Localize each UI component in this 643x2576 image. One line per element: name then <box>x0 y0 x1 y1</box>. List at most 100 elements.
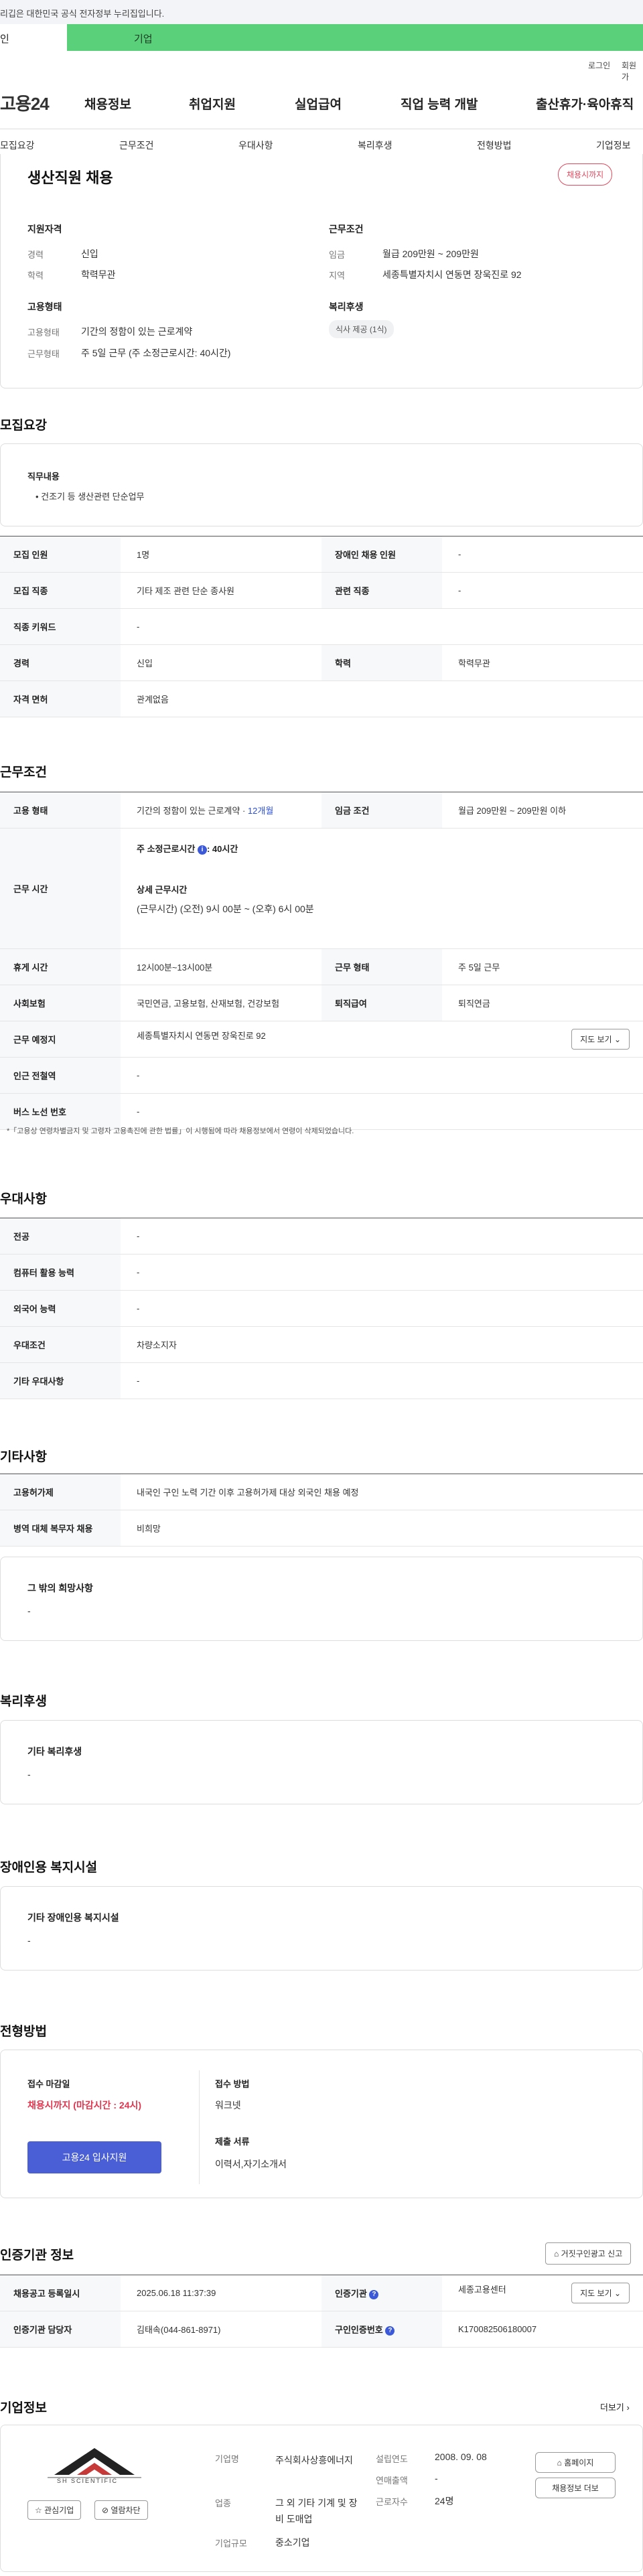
company-industry-label: 업종 <box>215 2498 231 2508</box>
gnb-jobs[interactable]: 채용정보 <box>84 94 131 113</box>
company-name-label: 기업명 <box>215 2454 239 2464</box>
cell-value: 퇴직연금 <box>442 985 643 1021</box>
company-size-value: 중소기업 <box>275 2537 310 2548</box>
other-wish-box: 그 밖의 희망사항 - <box>0 1557 643 1641</box>
emptype-value: 기간의 정함이 있는 근로계약 <box>81 326 193 337</box>
emp-type-cell: 기간의 정함이 있는 근로계약 · 12개월 <box>121 792 322 829</box>
anchor-recruit[interactable]: 모집요강 <box>0 139 35 152</box>
anchor-conditions[interactable]: 근무조건 <box>119 139 154 152</box>
career-value: 신입 <box>81 248 98 259</box>
cell-header: 기타 우대사항 <box>0 1362 121 1399</box>
cell-header: 퇴직급여 <box>322 985 442 1021</box>
anchor-prefer[interactable]: 우대사항 <box>238 139 273 152</box>
qual-title: 지원자격 <box>27 224 62 234</box>
cell-header: 인증기관 ? <box>322 2275 442 2311</box>
welfare-box-title: 기타 복리후생 <box>27 1746 82 1757</box>
cell-header: 경력 <box>0 644 121 681</box>
deadline-value: 채용시까지 (마감시간 : 24시) <box>27 2100 142 2110</box>
duty-box: 직무내용 • 건조기 등 생산관련 단순업무 <box>0 443 643 526</box>
company-jobs-button[interactable]: 채용정보 더보 <box>535 2478 616 2498</box>
cell-value: 2025.06.18 11:37:39 <box>121 2275 322 2311</box>
gnb-vocational-training[interactable]: 직업 능력 개발 <box>401 94 478 113</box>
work-title: 근무조건 <box>329 224 364 234</box>
cell-value: 학력무관 <box>442 644 643 681</box>
region-value: 세종특별자치시 연동면 장욱진로 92 <box>382 269 522 280</box>
anchor-welfare[interactable]: 복리후생 <box>358 139 392 152</box>
age-footnote: *「고용상 연령차별금지 및 고령자 고용촉진에 관한 법률」이 시행됨에 따라… <box>7 1127 354 1135</box>
wage-label: 임금 <box>329 250 345 260</box>
cell-header: 인증기관 담당자 <box>0 2311 121 2348</box>
company-industry-value: 그 외 기타 기계 및 장비 도매업 <box>275 2498 358 2524</box>
info-icon[interactable]: ? <box>385 2325 395 2336</box>
deadline-title: 접수 마감일 <box>27 2079 70 2089</box>
cell-header: 임금 조건 <box>322 792 442 829</box>
tab-individual[interactable]: 인 <box>0 24 67 51</box>
gnb-unemployment-benefit[interactable]: 실업급여 <box>295 94 342 113</box>
cell-value: 관계없음 <box>121 681 643 717</box>
welfare-pill: 식사 제공 (1식) <box>329 320 394 338</box>
cell-header: 모집 직종 <box>0 572 121 609</box>
job-title: 생산직원 채용 <box>27 169 113 186</box>
cell-value: 기타 제조 관련 단순 종사원 <box>121 572 322 609</box>
report-false-ad-button[interactable]: ⌂ 거짓구인광고 신고 <box>545 2242 632 2265</box>
cell-header: 근무 시간 <box>0 828 121 949</box>
user-type-tabs: 인 기업 <box>0 24 643 51</box>
welfare-title: 복리후생 <box>329 301 364 312</box>
section-conditions-title: 근무조건 <box>0 766 47 780</box>
gnb-employment-support[interactable]: 취업지원 <box>189 94 236 113</box>
cell-header: 외국어 능력 <box>0 1290 121 1327</box>
summary-card: 생산직원 채용 채용시까지 지원자격 경력 신입 학력 학력무관 근무조건 임금… <box>0 154 643 388</box>
section-welfare-title: 복리후생 <box>0 1695 47 1709</box>
block-view-button[interactable]: ⊘ 열람차단 <box>94 2500 148 2520</box>
cell-value: 김태속(044-861-8971) <box>121 2311 322 2348</box>
map-button[interactable]: 지도 보기 ⌄ <box>571 1029 630 1050</box>
anchor-company[interactable]: 기업정보 <box>596 139 631 152</box>
cell-header: 전공 <box>0 1218 121 1255</box>
agency-table: 채용공고 등록일시 2025.06.18 11:37:39 인증기관 ? 세종고… <box>0 2275 643 2348</box>
login-link[interactable]: 로그인 <box>588 60 610 71</box>
cell-header: 인근 전철역 <box>0 1057 121 1094</box>
interest-company-button[interactable]: ☆ 관심기업 <box>27 2500 82 2520</box>
sales-label: 연매출액 <box>376 2476 408 2486</box>
site-logo[interactable]: 고용24 <box>0 90 50 115</box>
agency-map-button[interactable]: 지도 보기 ⌄ <box>571 2283 630 2303</box>
cell-value: - <box>121 1254 643 1291</box>
info-icon[interactable]: ? <box>369 2289 379 2299</box>
wage-value: 월급 209만원 ~ 209만원 <box>382 248 479 259</box>
chevron-right-icon: › <box>626 2403 630 2413</box>
cell-header: 근무 형태 <box>322 948 442 985</box>
edu-label: 학력 <box>27 271 44 281</box>
chevron-down-icon: ⌄ <box>614 2289 621 2298</box>
join-link[interactable]: 회원가 <box>622 60 643 82</box>
welfare-box-value: - <box>27 1769 31 1780</box>
founded-value: 2008. 09. 08 <box>435 2451 487 2462</box>
cell-header: 자격 면허 <box>0 681 121 717</box>
section-screening-title: 전형방법 <box>0 2025 47 2039</box>
cell-value: 국민연금, 고용보험, 산재보험, 건강보험 <box>121 985 322 1021</box>
cell-header: 고용허가제 <box>0 1474 121 1510</box>
work-time-cell: 주 소정근로시간 i: 40시간 상세 근무시간 (근무시간) (오전) 9시 … <box>121 828 643 949</box>
screening-box: 접수 마감일 채용시까지 (마감시간 : 24시) 고용24 입사지원 접수 방… <box>0 2050 643 2198</box>
gnb-parental-leave[interactable]: 출산휴가·육아휴직 <box>536 94 634 113</box>
cell-header: 버스 노선 번호 <box>0 1093 121 1130</box>
house-icon: ⌂ <box>554 2249 559 2259</box>
region-label: 지역 <box>329 271 345 281</box>
cell-value: K170082506180007 <box>442 2311 643 2348</box>
anchor-screening[interactable]: 전형방법 <box>477 139 512 152</box>
cell-header: 병역 대체 복무자 채용 <box>0 1510 121 1547</box>
company-logo-text: SH SCIENTIFIC <box>57 2478 119 2484</box>
cell-value: 1명 <box>121 536 322 573</box>
emp-title: 고용형태 <box>27 301 62 312</box>
homepage-button[interactable]: ⌂ 홈페이지 <box>535 2452 616 2473</box>
cell-value: - <box>121 1057 643 1094</box>
prefer-table: 전공 - 컴퓨터 활용 능력 - 외국어 능력 - 우대조건 차량소지자 기타 우대사항… <box>0 1218 643 1399</box>
cell-value: 주 5일 근무 <box>442 948 643 985</box>
other-wish-value: - <box>27 1605 31 1616</box>
company-more-link[interactable]: 더보기 › <box>600 2401 630 2413</box>
info-icon[interactable]: i <box>197 845 207 855</box>
cell-value: 차량소지자 <box>121 1326 643 1363</box>
tab-corporate[interactable]: 기업 <box>67 24 643 51</box>
apply-button[interactable]: 고용24 입사지원 <box>27 2141 161 2173</box>
method-title: 접수 방법 <box>215 2079 250 2089</box>
cell-header: 관련 직종 <box>322 572 442 609</box>
